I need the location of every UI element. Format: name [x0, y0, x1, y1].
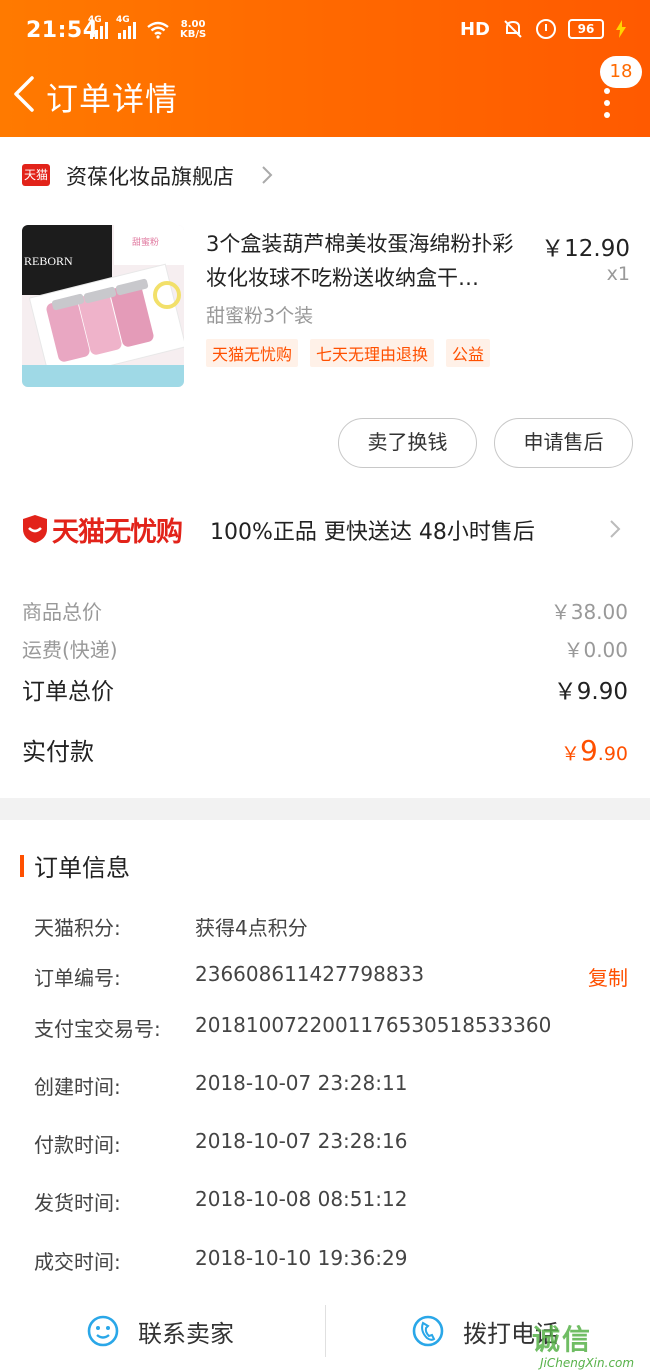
paid-label: 实付款	[22, 738, 94, 766]
info-value: 获得4点积分	[195, 916, 308, 940]
info-value[interactable]: 2018100722001176530518533360	[195, 1013, 551, 1037]
guarantee-text: 100%正品 更快送达 48小时售后	[210, 520, 535, 545]
paid-value: ￥9.90	[561, 734, 628, 767]
product-item[interactable]: REBORN 甜蜜粉 3个盒装葫芦棉美妆蛋海绵粉扑彩妆化妆球不吃粉送收纳盒干… …	[0, 215, 650, 415]
shipping-row: 运费(快递) ￥0.00	[22, 634, 628, 663]
thumb-label-text: 甜蜜粉	[132, 236, 159, 248]
order-info-section: 订单信息 天猫积分: 获得4点积分 订单编号: 2366086114277988…	[0, 820, 650, 1295]
info-row-shipped: 发货时间: 2018-10-08 08:51:12	[34, 1187, 628, 1217]
tag-chip: 七天无理由退换	[310, 339, 435, 367]
accent-bar	[20, 854, 24, 877]
wifi-icon	[147, 21, 169, 39]
product-actions: 卖了换钱 申请售后	[0, 418, 650, 470]
status-network-group: 4G 4G 8.00 KB/S	[88, 15, 206, 40]
page-title: 订单详情	[46, 80, 179, 118]
guarantee-brand: 天猫无忧购	[52, 517, 183, 548]
info-value: 2018-10-07 23:28:11	[195, 1071, 408, 1095]
goods-total-row: 商品总价 ￥38.00	[22, 596, 628, 625]
watermark: 诚信 JiChengXin.com	[532, 1318, 650, 1372]
network-type-2: 4G	[116, 15, 130, 25]
shield-icon	[23, 515, 47, 543]
guarantee-banner[interactable]: 天猫无忧购 100%正品 更快送达 48小时售后	[0, 496, 650, 566]
signal-icon: 4G	[88, 15, 108, 39]
info-row-alipay-number: 支付宝交易号: 2018100722001176530518533360	[34, 1013, 628, 1043]
contact-seller-button[interactable]: 联系卖家	[86, 1305, 234, 1357]
product-thumbnail[interactable]: REBORN 甜蜜粉	[22, 225, 184, 387]
phone-icon	[412, 1315, 444, 1347]
order-total-value: ￥9.90	[553, 679, 628, 705]
network-speed: 8.00 KB/S	[180, 20, 206, 40]
tag-chip: 天猫无忧购	[206, 339, 299, 367]
info-row-order-number: 订单编号: 236608611427798833 复制	[34, 962, 628, 992]
product-title[interactable]: 3个盒装葫芦棉美妆蛋海绵粉扑彩妆化妆球不吃粉送收纳盒干…	[206, 227, 534, 295]
watermark-subtext: JiChengXin.com	[540, 1356, 635, 1370]
order-total-label: 订单总价	[22, 679, 114, 705]
back-arrow-icon[interactable]	[10, 74, 40, 114]
watermark-text: 诚信	[532, 1323, 593, 1356]
goods-total-value: ￥38.00	[550, 600, 628, 624]
info-row-completed: 成交时间: 2018-10-10 19:36:29	[34, 1246, 628, 1276]
info-value[interactable]: 236608611427798833	[195, 962, 424, 986]
section-divider	[0, 798, 650, 820]
alarm-icon	[536, 19, 556, 39]
chat-smile-icon	[87, 1315, 119, 1347]
product-tags: 天猫无忧购 七天无理由退换 公益	[206, 339, 491, 367]
info-label: 天猫积分:	[34, 916, 121, 940]
info-label: 成交时间:	[34, 1250, 121, 1274]
info-value: 2018-10-10 19:36:29	[195, 1246, 408, 1270]
product-quantity: x1	[606, 263, 630, 285]
shop-name[interactable]: 资葆化妆品旗舰店	[66, 161, 234, 191]
more-options-icon[interactable]	[603, 88, 611, 118]
shop-row[interactable]: 天猫 资葆化妆品旗舰店	[0, 137, 650, 215]
tmall-logo-icon: 天猫	[22, 164, 50, 186]
status-system-group: HD 96	[460, 18, 626, 40]
copy-button[interactable]: 复制	[588, 962, 628, 991]
product-image: REBORN 甜蜜粉	[22, 225, 184, 387]
after-sale-button[interactable]: 申请售后	[494, 418, 633, 468]
tag-chip: 公益	[446, 339, 491, 367]
thumb-brand-text: REBORN	[24, 254, 73, 268]
charging-icon	[616, 20, 626, 38]
paid-row: 实付款 ￥9.90	[22, 732, 628, 767]
speed-unit: KB/S	[180, 29, 207, 40]
product-price: ￥12.90	[541, 236, 630, 262]
chevron-right-icon	[262, 166, 273, 184]
info-label: 创建时间:	[34, 1075, 121, 1099]
mute-icon	[504, 20, 522, 38]
app-header: 21:54 4G 4G 8.00 KB/S HD 96 订单详情 18	[0, 0, 650, 137]
message-count-badge[interactable]: 18	[600, 56, 642, 88]
info-label: 订单编号:	[34, 966, 121, 990]
goods-total-label: 商品总价	[22, 600, 102, 624]
info-label: 发货时间:	[34, 1191, 121, 1215]
info-row-created: 创建时间: 2018-10-07 23:28:11	[34, 1071, 628, 1101]
chevron-right-icon	[610, 520, 621, 538]
price-summary: 商品总价 ￥38.00 运费(快递) ￥0.00 订单总价 ￥9.90 实付款 …	[0, 588, 650, 798]
shipping-value: ￥0.00	[563, 638, 628, 662]
order-info-title: 订单信息	[34, 854, 130, 882]
paid-currency: ￥	[560, 743, 580, 765]
battery-indicator: 96	[568, 19, 604, 39]
info-label: 付款时间:	[34, 1133, 121, 1157]
paid-decimal: .90	[597, 743, 628, 765]
bottom-divider	[325, 1305, 326, 1357]
info-value: 2018-10-08 08:51:12	[195, 1187, 408, 1211]
signal-icon-2: 4G	[116, 15, 136, 39]
title-row: 订单详情 18	[0, 56, 650, 137]
product-sku: 甜蜜粉3个装	[206, 305, 314, 327]
section-heading: 订单信息	[20, 848, 130, 883]
status-bar: 21:54 4G 4G 8.00 KB/S HD 96	[0, 0, 650, 64]
shipping-label: 运费(快递)	[22, 638, 118, 662]
info-row-paid: 付款时间: 2018-10-07 23:28:16	[34, 1129, 628, 1159]
contact-seller-label: 联系卖家	[138, 1319, 234, 1348]
info-label: 支付宝交易号:	[34, 1017, 161, 1041]
network-type-1: 4G	[88, 15, 102, 25]
info-row-points: 天猫积分: 获得4点积分	[34, 912, 628, 942]
sell-button[interactable]: 卖了换钱	[338, 418, 477, 468]
info-value: 2018-10-07 23:28:16	[195, 1129, 408, 1153]
paid-integer: 9	[579, 734, 598, 767]
order-total-row: 订单总价 ￥9.90	[22, 672, 628, 706]
hd-indicator: HD	[459, 18, 490, 40]
